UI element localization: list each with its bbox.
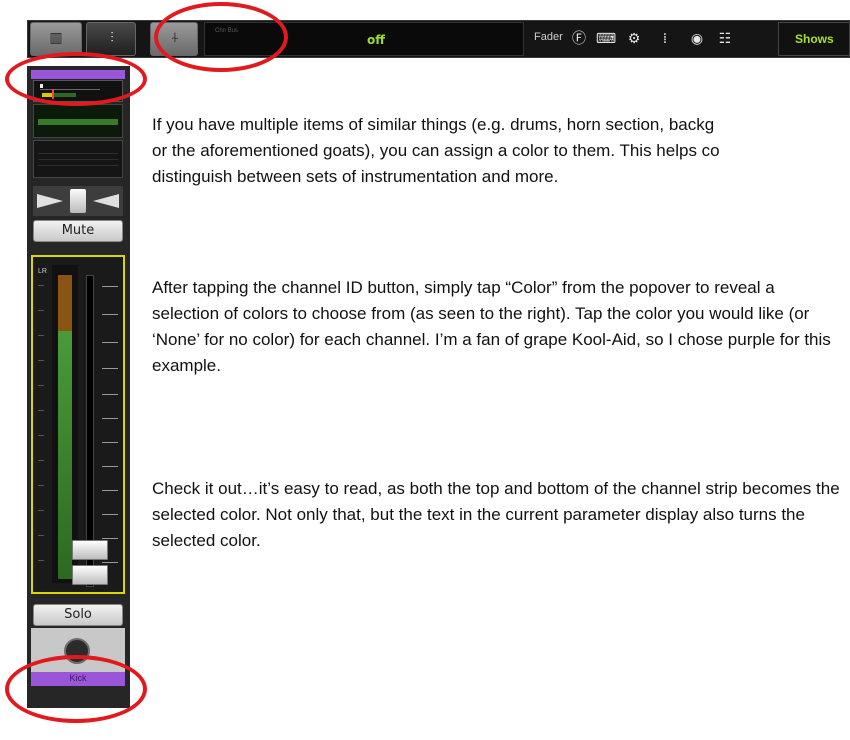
- pan-control[interactable]: [33, 186, 123, 216]
- parameter-value: off: [367, 33, 385, 47]
- meter-label: LR: [38, 268, 47, 275]
- meter-icon[interactable]: ☷: [712, 26, 738, 52]
- gear-icon[interactable]: ⚙: [621, 26, 647, 52]
- compressor-thumbnail[interactable]: [33, 140, 123, 178]
- paragraph-color-grouping: If you have multiple items of similar th…: [152, 112, 850, 190]
- fader-cap[interactable]: [72, 540, 108, 560]
- patch-icon[interactable]: ⁞: [652, 26, 678, 52]
- fader-cap-lower[interactable]: [72, 565, 108, 585]
- shows-button-label: Shows: [795, 32, 834, 46]
- annotation-circle-channel-bottom: [5, 655, 147, 723]
- fx-icon[interactable]: Ⓕ: [566, 26, 592, 52]
- eq-thumbnail[interactable]: [33, 104, 123, 138]
- pan-knob[interactable]: [70, 189, 86, 213]
- annotation-circle-parameter-display: [154, 2, 288, 72]
- level-meter: [52, 265, 78, 583]
- solo-button[interactable]: Solo: [33, 604, 123, 626]
- paragraph-how-to-color: After tapping the channel ID button, sim…: [152, 278, 831, 375]
- fader-label: Fader: [534, 31, 563, 43]
- meter-scale: [38, 285, 48, 575]
- paragraph-result: Check it out…it’s easy to read, as both …: [152, 479, 840, 550]
- eq-sliders-icon: ⫶: [110, 30, 114, 46]
- paragraph-line: distinguish between sets of instrumentat…: [152, 167, 559, 186]
- record-icon[interactable]: ◉: [684, 26, 710, 52]
- paragraph-line: If you have multiple items of similar th…: [152, 115, 715, 134]
- annotation-circle-channel-top: [5, 52, 147, 106]
- mixer-view-button[interactable]: ▥: [30, 22, 82, 56]
- shows-button[interactable]: Shows: [778, 22, 850, 56]
- fader-scale: [102, 268, 120, 583]
- eq-view-button[interactable]: ⫶: [86, 22, 136, 56]
- mixer-icon: ▥: [49, 30, 63, 46]
- keyboard-icon[interactable]: ⌨: [593, 26, 619, 52]
- paragraph-line: or the aforementioned goats), you can as…: [152, 141, 720, 160]
- mute-button[interactable]: Mute: [33, 220, 123, 242]
